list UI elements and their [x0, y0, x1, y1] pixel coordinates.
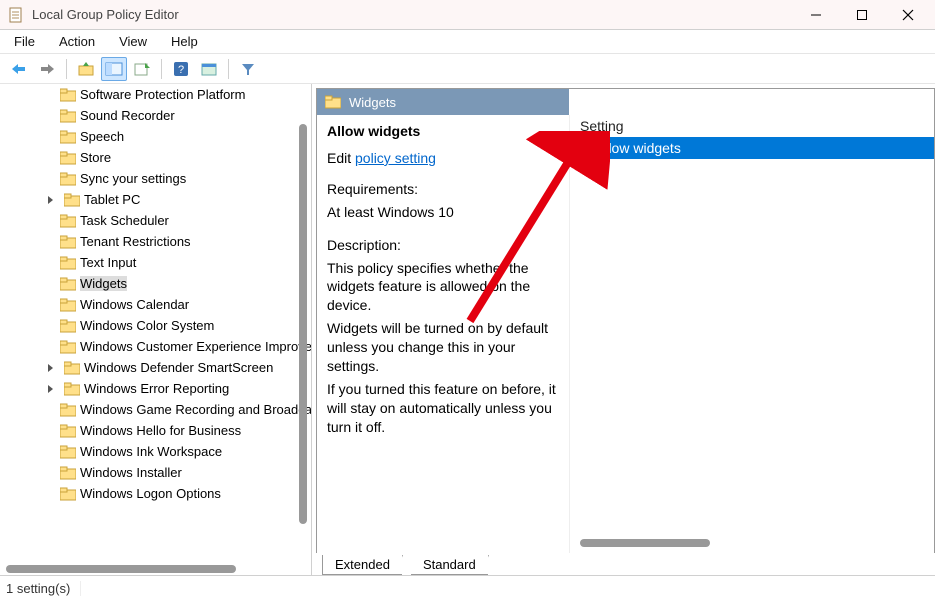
tree-pane: Software Protection Platform Sound Record… [0, 84, 312, 575]
category-header: Widgets [317, 89, 569, 115]
tree-item[interactable]: Text Input [0, 252, 311, 273]
tab-extended[interactable]: Extended [322, 555, 403, 575]
menu-bar: File Action View Help [0, 30, 935, 54]
tab-standard[interactable]: Standard [411, 555, 489, 575]
tree-item-label: Tablet PC [84, 192, 140, 207]
tree-item-label: Store [80, 150, 111, 165]
tree-item-label: Windows Color System [80, 318, 214, 333]
status-count: 1 setting(s) [6, 581, 81, 596]
client-area: Software Protection Platform Sound Record… [0, 84, 935, 575]
tree-item[interactable]: Store [0, 147, 311, 168]
tree-item-label: Windows Error Reporting [84, 381, 229, 396]
menu-action[interactable]: Action [51, 32, 103, 51]
app-icon [8, 7, 24, 23]
tree-item-label: Windows Ink Workspace [80, 444, 222, 459]
filter-button[interactable] [235, 57, 261, 81]
tree-item[interactable]: Widgets [0, 273, 311, 294]
tree-item[interactable]: Windows Color System [0, 315, 311, 336]
list-horizontal-scrollbar[interactable] [580, 539, 710, 547]
tree-item[interactable]: Windows Installer [0, 462, 311, 483]
setting-icon [574, 140, 590, 156]
tree-vertical-scrollbar[interactable] [299, 124, 307, 524]
description-label: Description: [327, 236, 559, 255]
tree-item-label: Speech [80, 129, 124, 144]
menu-file[interactable]: File [6, 32, 43, 51]
toolbar-separator [66, 59, 67, 79]
tree-item[interactable]: Tablet PC [0, 189, 311, 210]
show-tree-button[interactable] [101, 57, 127, 81]
tree-item[interactable]: Windows Error Reporting [0, 378, 311, 399]
tree-item-label: Software Protection Platform [80, 87, 245, 102]
svg-text:?: ? [178, 64, 184, 76]
forward-button[interactable] [34, 57, 60, 81]
close-button[interactable] [885, 0, 931, 29]
tree-item[interactable]: Windows Customer Experience Improvement … [0, 336, 311, 357]
toolbar-separator [228, 59, 229, 79]
toolbar: ? [0, 54, 935, 84]
status-bar: 1 setting(s) [0, 575, 935, 601]
details-pane: Widgets Allow widgets Edit policy settin… [312, 84, 935, 575]
tree-item-label: Windows Installer [80, 465, 182, 480]
tree-item-label: Text Input [80, 255, 136, 270]
tree-item[interactable]: Windows Game Recording and Broadcasting [0, 399, 311, 420]
tree-item-label: Sync your settings [80, 171, 186, 186]
export-list-button[interactable] [129, 57, 155, 81]
tree-item[interactable]: Windows Defender SmartScreen [0, 357, 311, 378]
tree-item[interactable]: Software Protection Platform [0, 84, 311, 105]
view-tabs: Extended Standard [316, 553, 935, 575]
setting-label: Allow widgets [596, 140, 681, 156]
tree-item[interactable]: Sound Recorder [0, 105, 311, 126]
tree-item[interactable]: Windows Ink Workspace [0, 441, 311, 462]
setting-title: Allow widgets [327, 123, 559, 139]
title-bar: Local Group Policy Editor [0, 0, 935, 30]
tree-item-label: Sound Recorder [80, 108, 175, 123]
tree-item-label: Task Scheduler [80, 213, 169, 228]
back-button[interactable] [6, 57, 32, 81]
tree-item-label: Windows Game Recording and Broadcasting [80, 402, 311, 417]
tree-item[interactable]: Windows Logon Options [0, 483, 311, 504]
category-name: Widgets [349, 95, 396, 110]
description-body-3: If you turned this feature on before, it… [327, 380, 559, 437]
settings-list-column: Setting Allow widgets [569, 115, 934, 553]
window-title: Local Group Policy Editor [32, 7, 793, 22]
tree-item-label: Windows Calendar [80, 297, 189, 312]
tree-item-label: Windows Hello for Business [80, 423, 241, 438]
menu-help[interactable]: Help [163, 32, 206, 51]
help-button[interactable]: ? [168, 57, 194, 81]
tree-item-label: Windows Defender SmartScreen [84, 360, 273, 375]
description-body-1: This policy specifies whether the widget… [327, 259, 559, 316]
description-body-2: Widgets will be turned on by default unl… [327, 319, 559, 376]
properties-button[interactable] [196, 57, 222, 81]
tree-item[interactable]: Task Scheduler [0, 210, 311, 231]
tree-item[interactable]: Windows Calendar [0, 294, 311, 315]
toolbar-separator [161, 59, 162, 79]
requirements-label: Requirements: [327, 180, 559, 199]
tree-item-label: Tenant Restrictions [80, 234, 191, 249]
maximize-button[interactable] [839, 0, 885, 29]
tree-item[interactable]: Tenant Restrictions [0, 231, 311, 252]
tree-item-label: Windows Customer Experience Improvement … [80, 339, 311, 354]
tree-item-label: Windows Logon Options [80, 486, 221, 501]
description-column: Allow widgets Edit policy setting Requir… [317, 115, 569, 553]
tree-item[interactable]: Sync your settings [0, 168, 311, 189]
menu-view[interactable]: View [111, 32, 155, 51]
setting-row[interactable]: Allow widgets [570, 137, 934, 159]
tree-view[interactable]: Software Protection Platform Sound Record… [0, 84, 311, 561]
folder-icon [325, 95, 341, 109]
tree-horizontal-scrollbar[interactable] [6, 565, 236, 573]
tree-item[interactable]: Speech [0, 126, 311, 147]
requirements-value: At least Windows 10 [327, 203, 559, 222]
tree-item[interactable]: Windows Hello for Business [0, 420, 311, 441]
column-header-setting[interactable]: Setting [570, 115, 934, 137]
tree-item-label: Widgets [80, 276, 127, 291]
edit-prefix: Edit [327, 150, 355, 166]
minimize-button[interactable] [793, 0, 839, 29]
up-folder-button[interactable] [73, 57, 99, 81]
edit-policy-link[interactable]: policy setting [355, 150, 436, 166]
